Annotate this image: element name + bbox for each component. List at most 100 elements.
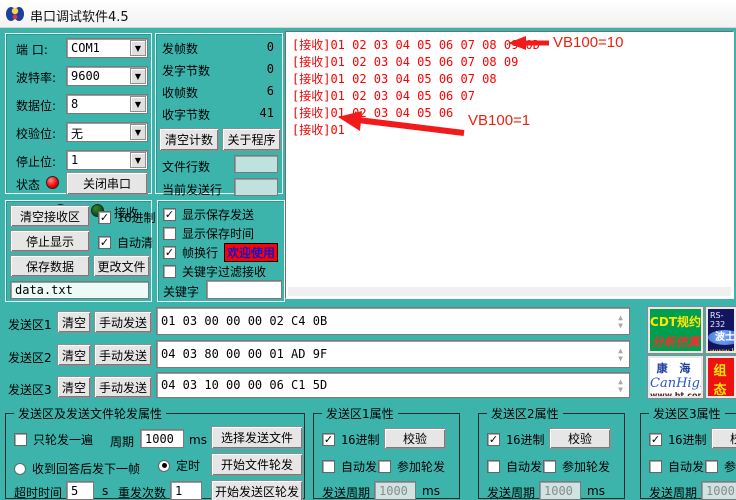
keyword-filter-checkbox[interactable]: 关键字过滤接收 xyxy=(163,263,266,280)
chevron-down-icon[interactable]: ▼ xyxy=(130,40,146,56)
timeout-field[interactable] xyxy=(66,481,94,500)
send2-clear-button[interactable]: 清空 xyxy=(57,344,91,366)
parity-label: 校验位: xyxy=(16,125,56,142)
send1-data-field[interactable]: 01 03 00 00 00 02 C4 0B ▲▼ xyxy=(156,307,630,335)
rx-frames-label: 收帧数 xyxy=(162,84,198,101)
receive-hscrollbar[interactable] xyxy=(288,287,731,296)
cycle-send-group: 发送区及发送文件轮发属性 只轮发一遍 周期 ms 收到回答后发下一帧 定时 超时… xyxy=(5,413,305,499)
retry-field[interactable] xyxy=(170,481,202,500)
chevron-down-icon[interactable]: ▼ xyxy=(130,152,146,168)
display-options-panel: ✓ 显示保存发送 显示保存时间 ✓ 帧换行 欢迎使用 关键字过滤接收 关键字 xyxy=(157,200,285,302)
checkbox-box xyxy=(649,460,662,473)
baud-select[interactable]: 9600 ▼ xyxy=(66,66,148,86)
send1-props-title: 发送区1属性 xyxy=(322,405,398,422)
send3-auto-checkbox[interactable]: 自动发 xyxy=(649,458,704,475)
checkbox-box xyxy=(378,460,391,473)
clear-receive-button[interactable]: 清空接收区 xyxy=(10,205,90,227)
send2-spinner[interactable]: ▲▼ xyxy=(613,342,628,366)
chevron-down-icon[interactable]: ▼ xyxy=(130,96,146,112)
annotation-vb100-10: VB100=10 xyxy=(553,34,623,51)
send1-hex-checkbox[interactable]: ✓ 16进制 xyxy=(322,431,379,448)
chevron-down-icon[interactable]: ▼ xyxy=(130,124,146,140)
show-saved-send-checkbox[interactable]: ✓ 显示保存发送 xyxy=(163,206,254,223)
save-filename-field[interactable] xyxy=(10,281,149,299)
send3-checksum-button[interactable]: 校验 xyxy=(711,428,736,449)
annotation-vb100-1: VB100=1 xyxy=(468,112,530,129)
rx-line: [接收]01 xyxy=(292,121,345,138)
parity-select[interactable]: 无 ▼ xyxy=(66,122,148,142)
send3-spinner[interactable]: ▲▼ xyxy=(613,374,628,396)
clear-counters-button[interactable]: 清空计数 xyxy=(159,128,219,151)
send3-manual-button[interactable]: 手动发送 xyxy=(94,376,152,398)
send3-props-group: 发送区3属性 ✓ 16进制 校验 自动发 参加轮发 发送周期 ms xyxy=(640,413,736,499)
checkbox-box: ✓ xyxy=(163,208,176,221)
once-cycle-checkbox[interactable]: 只轮发一遍 xyxy=(14,431,93,448)
send3-period-label: 发送周期 xyxy=(649,484,697,500)
send3-data-field[interactable]: 04 03 10 00 00 06 C1 5D ▲▼ xyxy=(156,372,630,398)
stopbits-select[interactable]: 1 ▼ xyxy=(66,150,148,170)
tx-bytes-label: 发字节数 xyxy=(162,62,210,79)
send3-hex-checkbox[interactable]: ✓ 16进制 xyxy=(649,431,706,448)
keyword-field[interactable] xyxy=(206,280,282,299)
rx-bytes-value: 41 xyxy=(260,106,274,120)
send1-auto-checkbox[interactable]: 自动发 xyxy=(322,458,377,475)
rx-line: [接收]01 02 03 04 05 06 07 08 09 0D xyxy=(292,36,540,53)
databits-select[interactable]: 8 ▼ xyxy=(66,94,148,114)
receive-area[interactable]: [接收]01 02 03 04 05 06 07 08 09 0D [接收]01… xyxy=(285,31,734,299)
frame-newline-checkbox[interactable]: ✓ 帧换行 xyxy=(163,244,218,261)
close-port-button[interactable]: 关闭串口 xyxy=(66,172,148,195)
port-label: 端 口: xyxy=(16,41,48,58)
answer-radio[interactable]: 收到回答后发下一帧 xyxy=(14,460,140,477)
port-settings-panel: 端 口: COM1 ▼ 波特率: 9600 ▼ 数据位: 8 ▼ 校验位: 无 … xyxy=(5,33,152,194)
send3-join-checkbox[interactable]: 参加轮发 xyxy=(705,458,736,475)
current-line-label: 当前发送行 xyxy=(162,181,222,198)
banner-zutai[interactable]: 组态 源 代 xyxy=(706,356,736,398)
port-select[interactable]: COM1 ▼ xyxy=(66,38,148,58)
stop-display-button[interactable]: 停止显示 xyxy=(10,230,90,252)
send2-checksum-button[interactable]: 校验 xyxy=(549,428,611,449)
send1-spinner[interactable]: ▲▼ xyxy=(613,309,628,333)
start-area-cycle-button[interactable]: 开始发送区轮发 xyxy=(211,480,303,500)
send1-period-field xyxy=(374,481,416,500)
send2-period-label: 发送周期 xyxy=(487,484,535,500)
current-line-field[interactable] xyxy=(234,178,278,196)
send2-data-field[interactable]: 04 03 80 00 00 01 AD 9F ▲▼ xyxy=(156,340,630,368)
banner-kanghai[interactable]: 康 海 CanHigher www.ht.com.cn xyxy=(648,356,703,398)
save-data-button[interactable]: 保存数据 xyxy=(10,255,90,277)
send1-props-group: 发送区1属性 ✓ 16进制 校验 自动发 参加轮发 发送周期 ms xyxy=(313,413,460,499)
file-lines-field[interactable] xyxy=(234,155,278,173)
start-file-cycle-button[interactable]: 开始文件轮发 xyxy=(211,453,303,476)
period-unit: ms xyxy=(189,433,207,447)
send2-manual-button[interactable]: 手动发送 xyxy=(94,344,152,366)
databits-label: 数据位: xyxy=(16,97,56,114)
send1-clear-button[interactable]: 清空 xyxy=(57,311,91,333)
send2-auto-checkbox[interactable]: 自动发 xyxy=(487,458,542,475)
checkbox-box xyxy=(163,265,176,278)
autoclear-checkbox[interactable]: ✓ 自动清 xyxy=(98,234,153,251)
hex-display-checkbox[interactable]: ✓ 16进制 xyxy=(98,209,155,226)
rx-line: [接收]01 02 03 04 05 06 xyxy=(292,104,453,121)
send3-clear-button[interactable]: 清空 xyxy=(57,376,91,398)
about-button[interactable]: 关于程序 xyxy=(222,128,281,151)
rx-frames-value: 6 xyxy=(267,84,274,98)
keyword-label: 关键字 xyxy=(163,283,199,300)
send1-manual-button[interactable]: 手动发送 xyxy=(94,311,152,333)
title-bar: 串口调试软件4.5 xyxy=(0,0,736,28)
change-file-button[interactable]: 更改文件 xyxy=(93,255,150,277)
send2-hex-checkbox[interactable]: ✓ 16进制 xyxy=(487,431,544,448)
select-send-file-button[interactable]: 选择发送文件 xyxy=(211,426,303,449)
show-saved-time-checkbox[interactable]: 显示保存时间 xyxy=(163,225,254,242)
checkbox-box xyxy=(543,460,556,473)
cycle-group-title: 发送区及发送文件轮发属性 xyxy=(14,405,166,422)
baud-label: 波特率: xyxy=(16,69,56,86)
chevron-down-icon[interactable]: ▼ xyxy=(130,68,146,84)
banner-cdt[interactable]: CDT规约 分析仿真 xyxy=(648,307,703,353)
send2-props-group: 发送区2属性 ✓ 16进制 校验 自动发 参加轮发 发送周期 ms xyxy=(478,413,625,499)
send1-join-checkbox[interactable]: 参加轮发 xyxy=(378,458,445,475)
send1-checksum-button[interactable]: 校验 xyxy=(384,428,446,449)
window-title: 串口调试软件4.5 xyxy=(30,6,129,25)
timer-radio[interactable]: 定时 xyxy=(158,457,200,474)
period-field[interactable] xyxy=(140,429,184,448)
send2-join-checkbox[interactable]: 参加轮发 xyxy=(543,458,610,475)
banner-boshi[interactable]: RS-232 波士 www.bos xyxy=(706,307,736,353)
